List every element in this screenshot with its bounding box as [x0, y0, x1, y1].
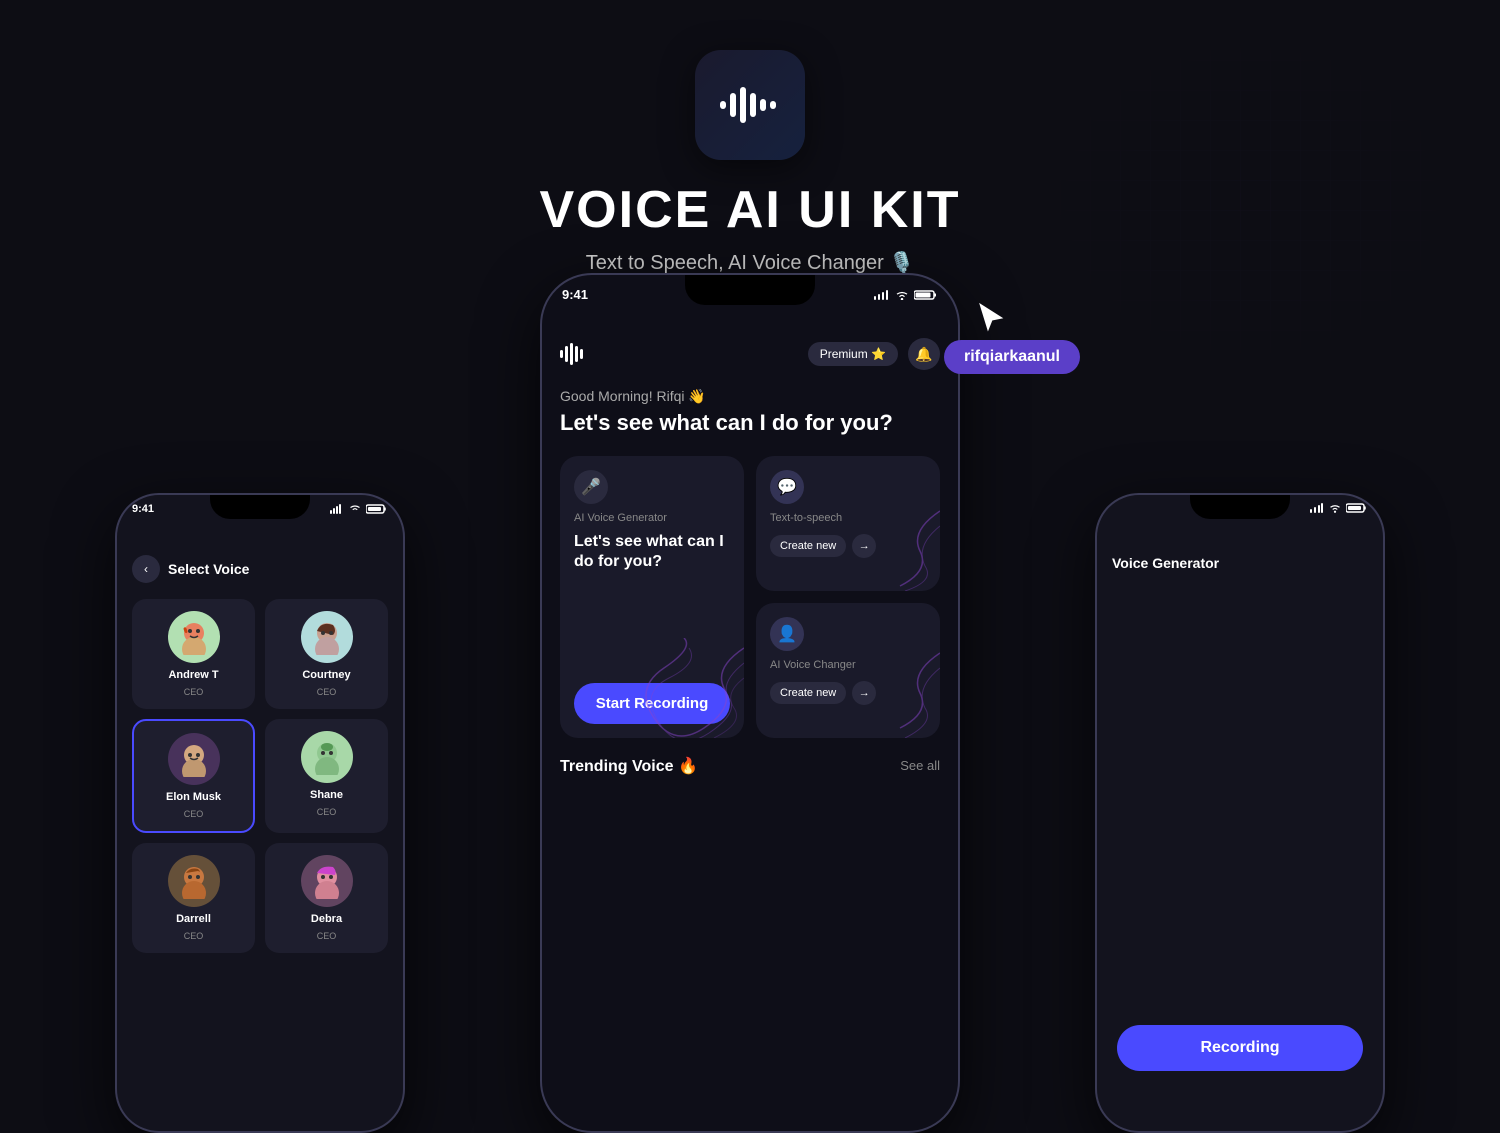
card-wave-bg-left — [624, 638, 744, 738]
waveform-bar-5 — [580, 349, 583, 359]
ai-voice-changer-card[interactable]: 👤 AI Voice Changer Create new → — [756, 603, 940, 738]
voice-role-debra: CEO — [317, 931, 337, 941]
voice-name-debra: Debra — [311, 913, 342, 925]
phone-center: 9:41 — [540, 273, 960, 1133]
header: VOICE AI UI KIT Text to Speech, AI Voice… — [0, 50, 1500, 275]
username-badge: rifqiarkaanul — [944, 340, 1080, 374]
voice-gen-icon: 🎤 — [574, 470, 608, 504]
voice-name-andrew: Andrew T — [168, 669, 218, 681]
voice-gen-text: Let's see what can I do for you? — [574, 532, 730, 574]
right-section-title: Voice Generator — [1112, 555, 1368, 571]
center-phone-content: Premium ⭐ 🔔 Good Morning! Rifqi 👋 Let's … — [542, 330, 958, 1131]
voice-card-andrew[interactable]: Andrew T CEO — [132, 599, 255, 709]
voice-role-darrell: CEO — [184, 931, 204, 941]
battery-icon-center — [914, 290, 938, 300]
battery-icon-left — [366, 504, 388, 514]
avatar-debra-img — [309, 863, 345, 899]
voice-gen-label: AI Voice Generator — [574, 512, 730, 524]
signal-icon — [330, 504, 344, 514]
voice-card-shane[interactable]: Shane CEO — [265, 719, 388, 833]
left-section-title: Select Voice — [168, 561, 249, 577]
changer-icon: 👤 — [770, 617, 804, 651]
status-icons-center — [874, 290, 938, 300]
voice-card-debra[interactable]: Debra CEO — [265, 843, 388, 953]
right-phone-content: Voice Generator Recording — [1097, 545, 1383, 1131]
page-subtitle: Text to Speech, AI Voice Changer 🎙️ — [586, 250, 914, 275]
wifi-icon-right — [1329, 503, 1341, 513]
waveform-bar-2 — [565, 346, 568, 362]
card-wave-bg-changer — [820, 638, 940, 738]
time-left: 9:41 — [132, 503, 154, 515]
page-title: VOICE AI UI KIT — [540, 180, 961, 240]
top-bar-right: Premium ⭐ 🔔 — [808, 338, 940, 370]
voice-role-elon: CEO — [184, 809, 204, 819]
app-icon — [695, 50, 805, 160]
avatar-shane-img — [309, 739, 345, 775]
status-icons-right — [1310, 503, 1368, 513]
voice-name-courtney: Courtney — [302, 669, 350, 681]
avatar-darrell — [168, 855, 220, 907]
status-bar-right — [1112, 503, 1368, 513]
waveform-bar-1 — [560, 350, 563, 358]
top-bar: Premium ⭐ 🔔 — [560, 330, 940, 370]
recording-button[interactable]: Recording — [1117, 1025, 1363, 1071]
voice-name-elon: Elon Musk — [166, 791, 221, 803]
voice-card-courtney[interactable]: Courtney CEO — [265, 599, 388, 709]
waveform-bar-4 — [575, 346, 578, 362]
status-bar-left: 9:41 — [132, 503, 388, 515]
avatar-elon — [168, 733, 220, 785]
waveform-icon — [560, 343, 583, 365]
recording-label: Recording — [1200, 1039, 1279, 1056]
waveform-logo-icon — [720, 85, 780, 125]
avatar-andrew — [168, 611, 220, 663]
trending-title: Trending Voice 🔥 — [560, 756, 698, 776]
voice-name-shane: Shane — [310, 789, 343, 801]
avatar-courtney-img — [309, 619, 345, 655]
cursor-icon — [974, 300, 1010, 336]
back-button[interactable]: ‹ — [132, 555, 160, 583]
phone-left: 9:41 — [115, 493, 405, 1133]
wifi-icon-center — [895, 290, 909, 300]
status-icons-left — [330, 504, 388, 514]
signal-icon-center — [874, 290, 890, 300]
voice-role-andrew: CEO — [184, 687, 204, 697]
card-wave-bg-tts — [820, 491, 940, 591]
premium-label: Premium ⭐ — [820, 347, 886, 361]
avatar-shane — [301, 731, 353, 783]
voice-card-elon[interactable]: Elon Musk CEO — [132, 719, 255, 833]
voice-role-shane: CEO — [317, 807, 337, 817]
avatar-debra — [301, 855, 353, 907]
avatar-darrell-img — [176, 863, 212, 899]
phones-container: 9:41 — [0, 373, 1500, 1133]
voice-name-darrell: Darrell — [176, 913, 211, 925]
cursor-badge: rifqiarkaanul — [944, 300, 1080, 374]
main-heading: Let's see what can I do for you? — [560, 409, 940, 438]
text-to-speech-card[interactable]: 💬 Text-to-speech Create new → — [756, 456, 940, 591]
bell-button[interactable]: 🔔 — [908, 338, 940, 370]
status-bar-center: 9:41 — [562, 287, 938, 302]
left-header: ‹ Select Voice — [127, 555, 393, 583]
time-center: 9:41 — [562, 287, 588, 302]
waveform-bar-3 — [570, 343, 573, 365]
tts-icon: 💬 — [770, 470, 804, 504]
voice-grid: Andrew T CEO Courtney — [127, 599, 393, 953]
ai-voice-generator-card[interactable]: 🎤 AI Voice Generator Let's see what can … — [560, 456, 744, 738]
wifi-icon-left — [349, 504, 361, 514]
avatar-courtney — [301, 611, 353, 663]
greeting-text: Good Morning! Rifqi 👋 — [560, 388, 940, 405]
signal-icon-right — [1310, 503, 1324, 513]
left-phone-content: ‹ Select Voice — [117, 545, 403, 1131]
feature-cards-grid: 🎤 AI Voice Generator Let's see what can … — [560, 456, 940, 738]
see-all-link[interactable]: See all — [900, 758, 940, 773]
battery-icon-right — [1346, 503, 1368, 513]
avatar-andrew-img — [176, 619, 212, 655]
trending-section: Trending Voice 🔥 See all — [560, 756, 940, 776]
premium-badge[interactable]: Premium ⭐ — [808, 342, 898, 366]
voice-card-darrell[interactable]: Darrell CEO — [132, 843, 255, 953]
voice-role-courtney: CEO — [317, 687, 337, 697]
phone-right: Voice Generator Recording — [1095, 493, 1385, 1133]
avatar-elon-img — [176, 741, 212, 777]
